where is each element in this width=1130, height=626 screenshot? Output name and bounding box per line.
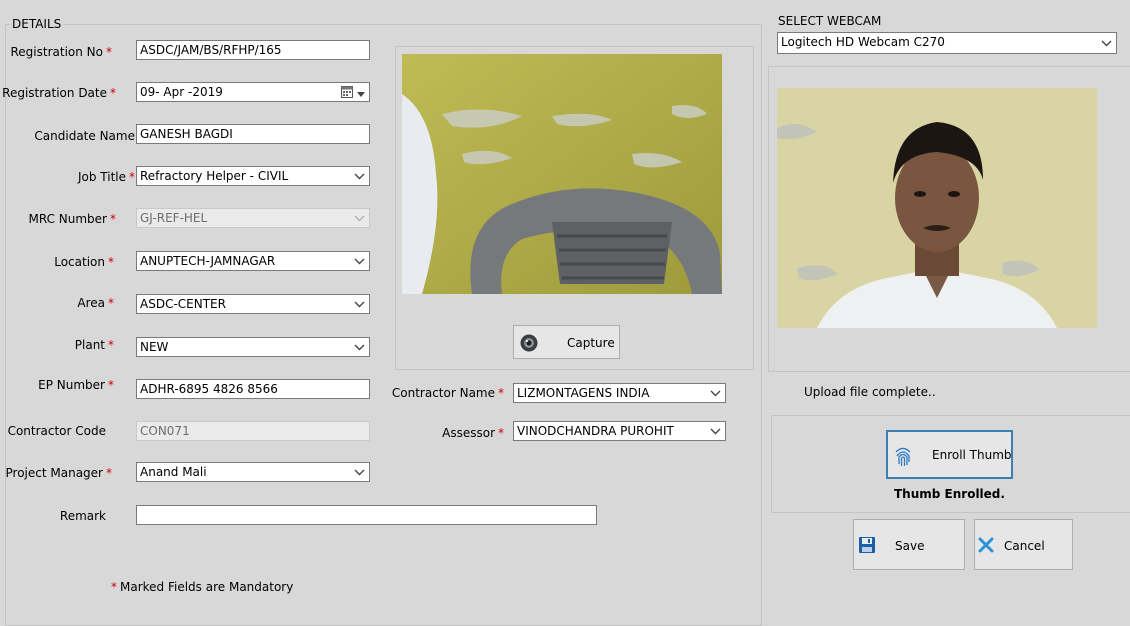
required-marker: * [498,386,504,400]
chevron-down-icon[interactable] [353,255,365,267]
candidate-name-label: Candidate Name [34,129,135,143]
required-marker: * [129,170,135,184]
chevron-down-icon[interactable] [353,298,365,310]
required-marker: * [108,338,114,352]
registration-date-picker[interactable]: 09- Apr -2019 [136,82,370,102]
mandatory-note: * Marked Fields are Mandatory [111,580,294,594]
ep-number-label: EP Number * [38,378,114,392]
chevron-down-icon[interactable] [357,87,365,101]
contractor-code-field: CON071 [136,421,370,441]
chevron-down-icon[interactable] [1100,37,1112,49]
capture-preview [402,54,722,294]
ep-number-field[interactable]: ADHR-6895 4826 8566 [136,379,370,399]
job-title-dropdown[interactable]: Refractory Helper - CIVIL [136,166,370,186]
area-label: Area * [77,296,114,310]
required-marker: * [110,86,116,100]
select-webcam-title: SELECT WEBCAM [778,14,882,28]
candidate-photo [777,88,1097,328]
required-marker: * [108,378,114,392]
registration-date-label: Registration Date * [2,86,116,100]
contractor-name-label: Contractor Name * [391,386,504,400]
required-marker: * [111,580,117,594]
enroll-thumb-button[interactable]: Enroll Thumb [886,430,1013,479]
area-dropdown[interactable]: ASDC-CENTER [136,294,370,314]
details-group-title: DETAILS [10,17,64,31]
thumb-status: Thumb Enrolled. [894,487,1005,501]
location-label: Location * [54,255,114,269]
cancel-button[interactable]: Cancel [974,519,1073,570]
required-marker: * [498,426,504,440]
remark-label: Remark [59,509,106,523]
assessor-label: Assessor * [442,426,504,440]
webcam-dropdown[interactable]: Logitech HD Webcam C270 [777,32,1117,54]
candidate-name-field[interactable]: GANESH BAGDI [136,124,370,144]
mrc-number-dropdown: GJ-REF-HEL [136,208,370,228]
chevron-down-icon[interactable] [709,387,721,399]
required-marker: * [108,255,114,269]
chevron-down-icon[interactable] [709,425,721,437]
location-dropdown[interactable]: ANUPTECH-JAMNAGAR [136,251,370,271]
required-marker: * [108,296,114,310]
registration-no-field[interactable]: ASDC/JAM/BS/RFHP/165 [136,40,370,60]
webcam-icon [519,333,539,353]
x-mark-icon [978,537,994,553]
plant-label: Plant * [74,338,114,352]
calendar-icon[interactable] [341,85,353,98]
save-button[interactable]: Save [853,519,965,570]
contractor-code-label: Contractor Code [7,424,106,438]
registration-no-label: Registration No * [10,45,113,59]
plant-dropdown[interactable]: NEW [136,337,370,357]
chevron-down-icon[interactable] [353,170,365,182]
required-marker: * [106,466,112,480]
capture-button[interactable]: Capture [513,325,620,359]
mrc-number-label: MRC Number * [28,212,117,226]
fingerprint-icon [893,444,913,468]
chevron-down-icon[interactable] [353,466,365,478]
contractor-name-dropdown[interactable]: LIZMONTAGENS INDIA [513,383,726,403]
job-title-label: Job Title * [77,170,135,184]
required-marker: * [110,212,116,226]
project-manager-label: Project Manager * [5,466,112,480]
remark-field[interactable] [136,505,597,525]
project-manager-dropdown[interactable]: Anand Mali [136,462,370,482]
assessor-dropdown[interactable]: VINODCHANDRA PUROHIT [513,421,726,441]
required-marker: * [106,45,112,59]
floppy-disk-icon [858,536,876,554]
upload-status: Upload file complete.. [804,385,936,399]
chevron-down-icon[interactable] [353,341,365,353]
chevron-down-icon [353,212,365,224]
